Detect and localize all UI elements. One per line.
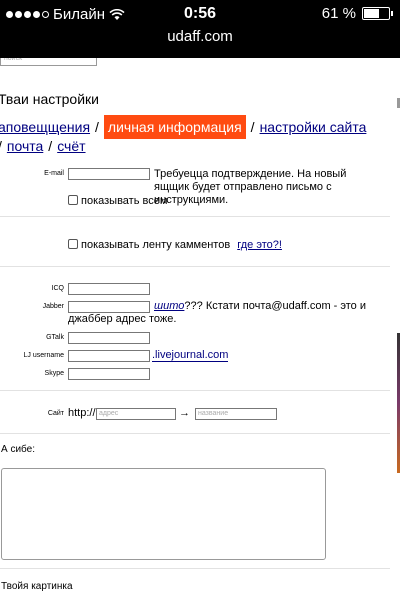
about-label: А сибе:: [1, 444, 35, 455]
divider: [0, 390, 390, 391]
tab-mail[interactable]: почта: [7, 138, 43, 154]
about-textarea[interactable]: [1, 468, 326, 560]
icq-label: ICQ: [51, 285, 64, 292]
divider: [0, 216, 390, 217]
jabber-note: шито??? Кстати почта@udaff.com - это и д…: [68, 300, 366, 325]
email-label: E-mail: [44, 170, 64, 177]
arrow-icon: →: [179, 407, 190, 419]
skype-field[interactable]: [68, 368, 150, 380]
settings-tabs: аповещщения / личная информация / настройки …: [0, 115, 367, 139]
email-note: Требуецца подтверждение. На новый ящщик …: [154, 168, 347, 206]
site-label: Сайт: [47, 410, 64, 417]
jabber-link[interactable]: шито: [154, 300, 184, 312]
search-input[interactable]: поиск: [0, 58, 97, 66]
picture-label: Твойя картинка: [1, 581, 73, 592]
tab-personal-info[interactable]: личная информация: [103, 115, 246, 139]
feed-option: показывать ленту камментов где это?!: [68, 239, 282, 252]
show-email-label: показывать всем: [81, 195, 168, 207]
battery-info: 61 %: [321, 5, 393, 22]
skype-label: Skype: [44, 370, 64, 377]
jabber-label: Jabber: [42, 303, 64, 310]
feed-help-link[interactable]: где это?!: [237, 239, 282, 251]
lj-suffix: .livejournal.com: [152, 349, 229, 362]
tab-notifications[interactable]: аповещщения: [0, 119, 90, 135]
show-email-checkbox[interactable]: [68, 195, 78, 205]
tab-account[interactable]: счёт: [57, 138, 85, 154]
tab-site-settings[interactable]: настройки сайта: [260, 119, 367, 135]
site-prefix: http://: [68, 407, 96, 419]
gtalk-label: GTalk: [46, 334, 64, 341]
divider: [0, 568, 390, 569]
show-feed-checkbox[interactable]: [68, 239, 78, 249]
battery-percent: 61 %: [321, 5, 356, 22]
lj-username-field[interactable]: [68, 350, 150, 362]
battery-icon: [362, 7, 393, 20]
site-name-field[interactable]: название: [195, 408, 277, 420]
divider: [0, 266, 390, 267]
divider: [0, 433, 390, 434]
status-bar: Билайн 0:56 61 % udaff.com: [0, 0, 400, 58]
settings-tabs-row2: /почта/счёт: [0, 138, 86, 154]
icq-field[interactable]: [68, 283, 150, 295]
email-field[interactable]: [68, 168, 150, 180]
show-feed-label: показывать ленту камментов: [81, 239, 231, 251]
page-content: поиск Тваи настройки аповещщения / личная …: [0, 58, 400, 600]
site-address-field[interactable]: адрес: [96, 408, 176, 420]
address-bar-url[interactable]: udaff.com: [0, 28, 400, 45]
lj-label: LJ username: [23, 352, 64, 359]
gtalk-field[interactable]: [68, 332, 150, 344]
email-show-all: показывать всем: [68, 195, 167, 208]
page-title: Тваи настройки: [0, 91, 99, 107]
